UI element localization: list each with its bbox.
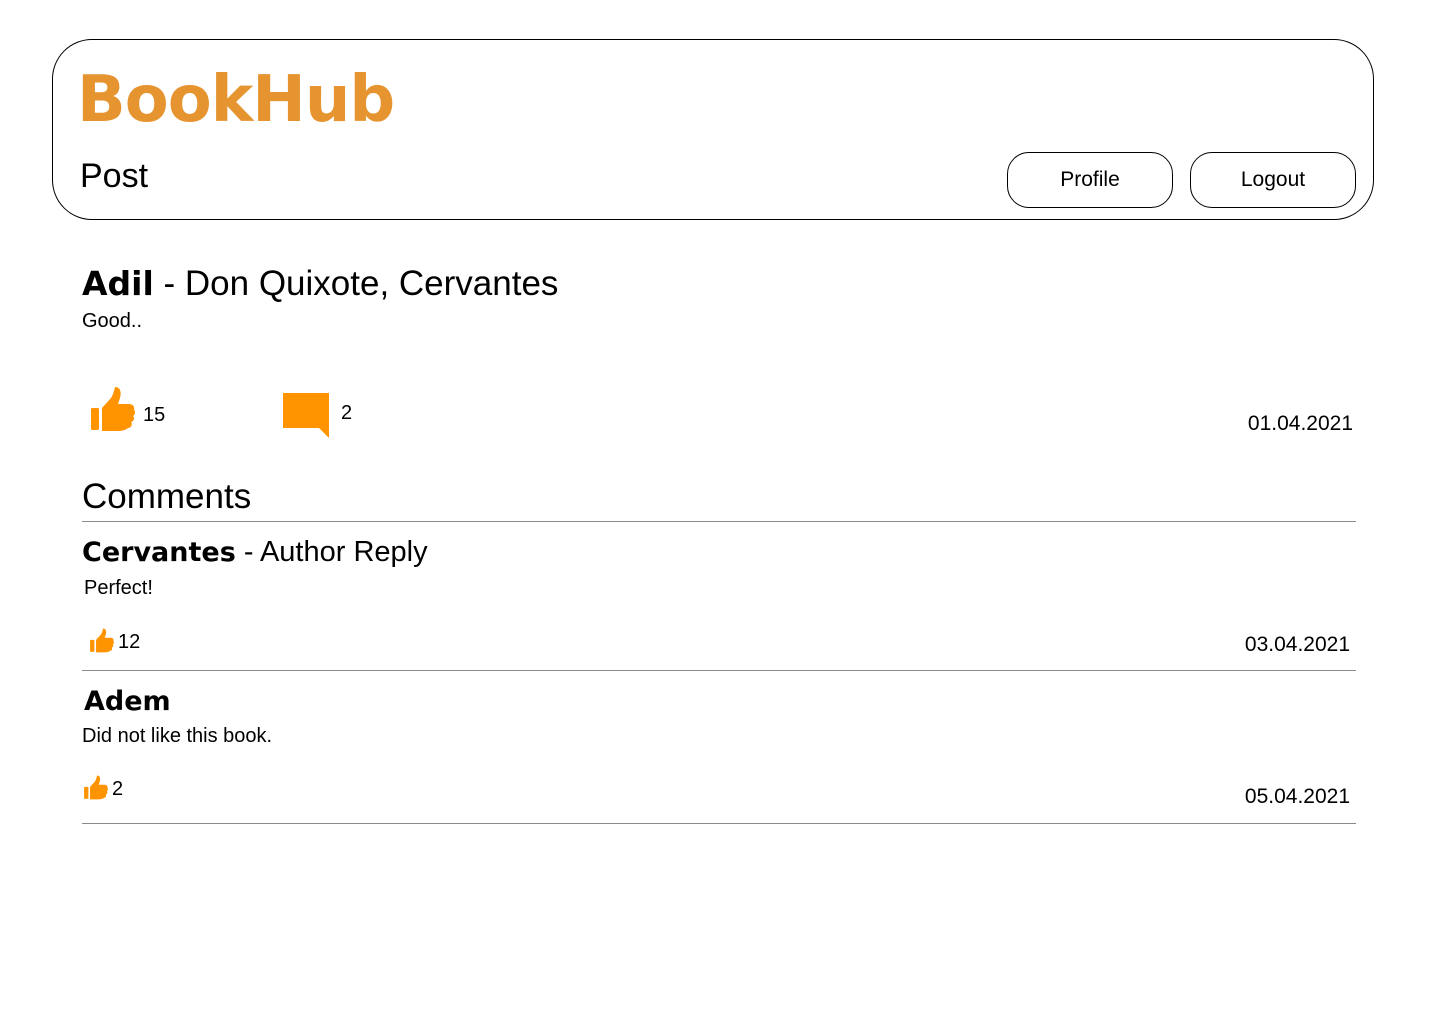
comment-bubble-icon[interactable] [282, 392, 330, 438]
comment-date: 05.04.2021 [1244, 785, 1350, 808]
post-heading: Adil - Don Quixote, Cervantes [82, 262, 558, 306]
comment-like-count: 2 [112, 778, 124, 800]
thumbs-up-icon[interactable] [89, 628, 115, 654]
comment-author-tag: - Author Reply [235, 536, 428, 568]
comment-author[interactable]: Cervantes [82, 537, 236, 568]
comment-heading: Cervantes - Author Reply [82, 534, 428, 571]
post-book-title: - Don Quixote, Cervantes [153, 264, 559, 303]
divider [82, 670, 1356, 671]
brand-logo[interactable]: BookHub [77, 60, 395, 140]
post-like-count: 15 [143, 404, 166, 426]
post-author[interactable]: Adil [82, 264, 154, 303]
thumbs-up-icon[interactable] [89, 386, 137, 434]
comment-like-count: 12 [118, 631, 141, 653]
comment-date: 03.04.2021 [1244, 633, 1350, 656]
post-page: BookHub Post Profile Logout Adil - Don Q… [0, 0, 1440, 1024]
post-comment-count: 2 [341, 402, 353, 424]
comment-heading: Adem [84, 683, 171, 720]
comment-text: Perfect! [84, 577, 153, 599]
profile-button[interactable]: Profile [1007, 152, 1173, 208]
logout-button[interactable]: Logout [1190, 152, 1356, 208]
divider [82, 521, 1356, 522]
comment-author[interactable]: Adem [84, 686, 171, 717]
divider [82, 823, 1356, 824]
header: BookHub Post Profile Logout [52, 39, 1374, 220]
comments-title: Comments [82, 477, 252, 516]
post-text: Good.. [82, 310, 143, 332]
page-title: Post [80, 157, 149, 195]
thumbs-up-icon[interactable] [83, 775, 109, 801]
post-date: 01.04.2021 [1247, 412, 1353, 435]
comment-text: Did not like this book. [82, 725, 273, 747]
